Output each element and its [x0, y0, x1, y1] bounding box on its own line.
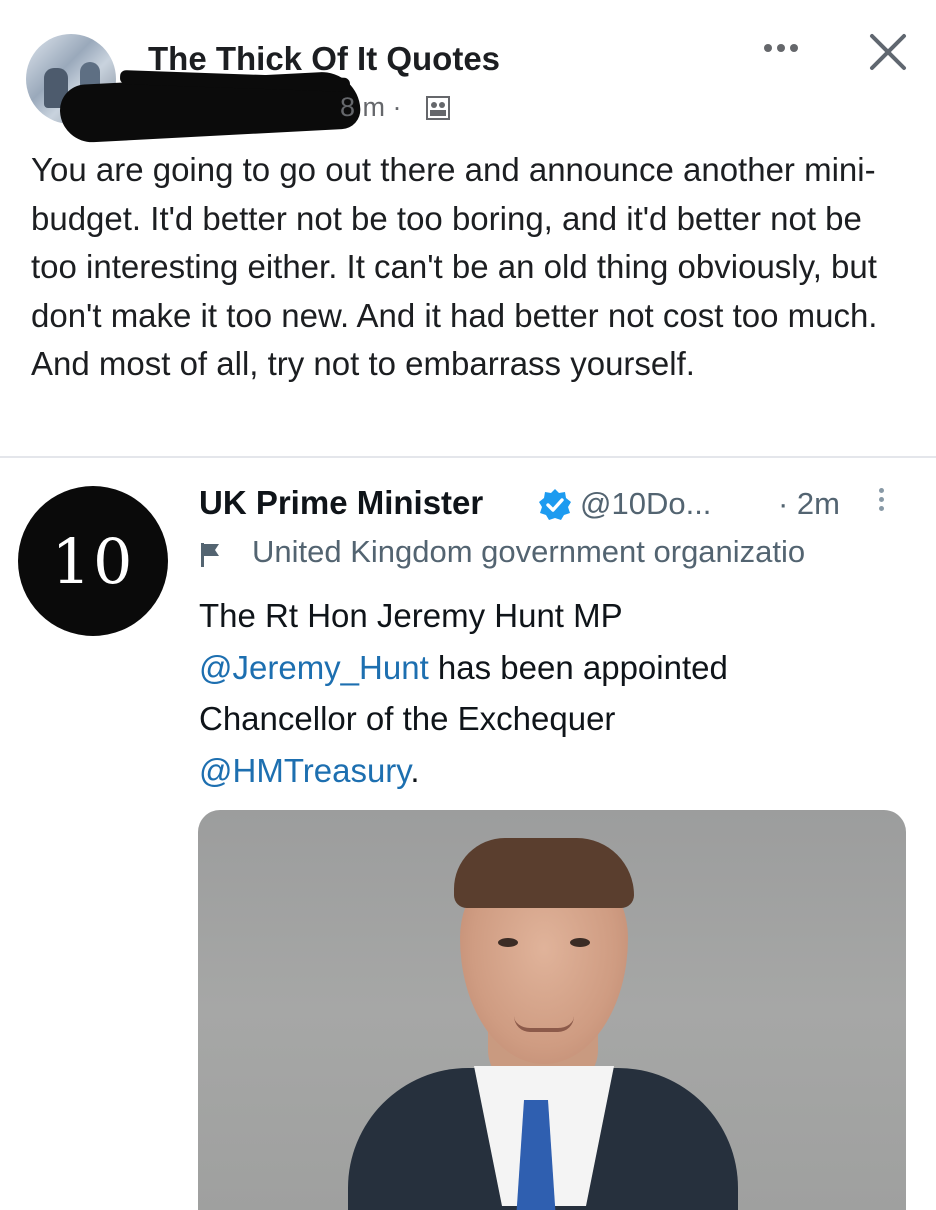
photo-hair — [454, 838, 634, 908]
tweet-avatar[interactable]: 10 — [18, 486, 168, 636]
audience-icon — [426, 96, 450, 120]
post-text: You are going to go out there and announ… — [31, 151, 878, 382]
tweet-text-line: Chancellor of the Exchequer — [199, 700, 616, 737]
photo-eye — [498, 938, 518, 947]
tweet-photo[interactable] — [198, 810, 906, 1210]
tweet-text-line: . — [410, 751, 420, 789]
divider — [0, 456, 936, 458]
photo-mouth — [514, 1016, 574, 1032]
tweet-author-name[interactable]: UK Prime Minister — [199, 484, 483, 522]
mention-link[interactable]: @HMTreasury — [199, 752, 410, 789]
verified-badge-icon — [539, 489, 571, 520]
tweet-text-line: The Rt Hon Jeremy Hunt MP — [199, 597, 623, 634]
government-label: United Kingdom government organizatio — [252, 534, 806, 569]
close-icon[interactable] — [866, 30, 910, 74]
tweet-text-line: has been appointed — [428, 648, 728, 686]
post-timestamp[interactable]: 8 m · — [340, 92, 402, 123]
more-horizontal-icon[interactable] — [764, 38, 806, 58]
post-header: The Thick Of It Quotes 8 m · — [0, 0, 936, 144]
mention-link[interactable]: @Jeremy_Hunt — [199, 649, 429, 686]
flag-icon — [201, 543, 219, 567]
tweet-text: The Rt Hon Jeremy Hunt MP @Jeremy_Hunt h… — [199, 590, 919, 796]
tweet-handle[interactable]: @10Do... — [580, 486, 711, 522]
tweet-time[interactable]: · 2m — [778, 486, 840, 522]
more-vertical-icon[interactable] — [876, 488, 886, 518]
embedded-tweet[interactable]: 10 UK Prime Minister @10Do... · 2m Unite… — [0, 470, 936, 1210]
photo-eye — [570, 938, 590, 947]
